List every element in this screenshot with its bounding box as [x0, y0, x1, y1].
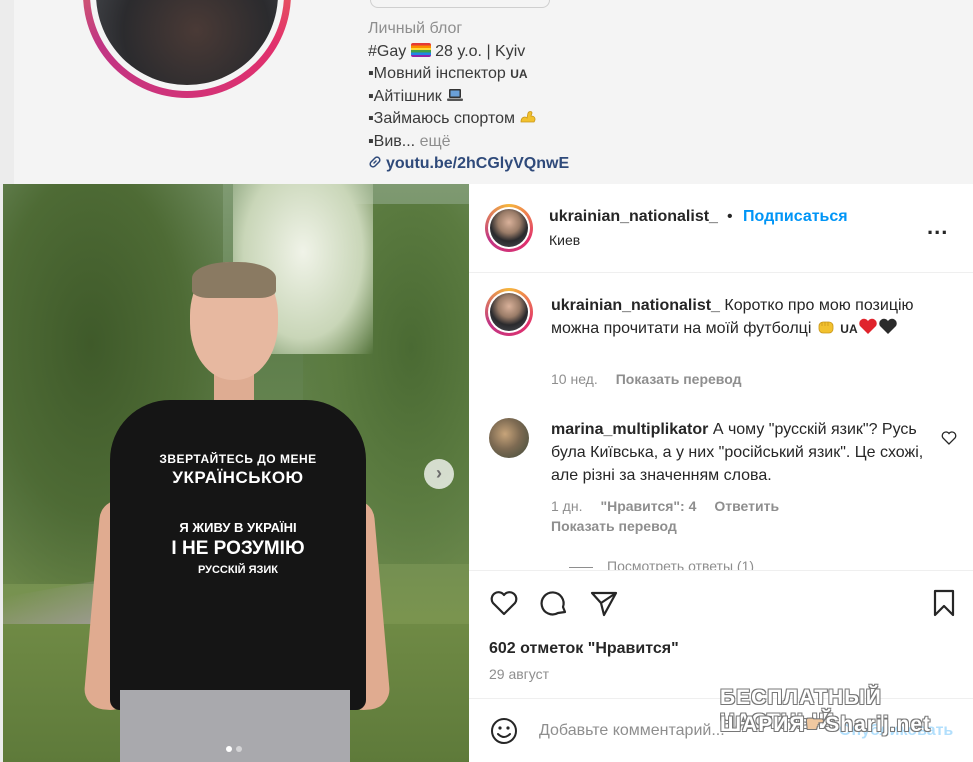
comment-time[interactable]: 1 дн.	[551, 498, 582, 514]
like-count[interactable]: 602 отметок "Нравится"	[489, 640, 679, 658]
follow-button[interactable]: Подписаться	[743, 208, 848, 226]
replies-line	[569, 566, 593, 568]
watermark: БЕСПЛАТНЫЙ ЧАСТНЫЙ ШАРИЯ☛Sharij.net	[720, 686, 960, 746]
bio-text: ▪Займаюсь спортом	[368, 110, 516, 127]
post-location[interactable]: Киев	[549, 232, 580, 248]
heart-icon[interactable]	[489, 588, 519, 618]
carousel-next-button[interactable]: ›	[424, 459, 454, 489]
bio-line-4: ▪Займаюсь спортом	[368, 108, 569, 131]
bookmark-icon[interactable]	[929, 588, 959, 618]
carousel-indicator	[226, 739, 246, 757]
profile-bio: Личный блог #Gay 28 y.o. | Kyiv ▪Мовний …	[368, 18, 569, 176]
caption-meta: 10 нед. Показать перевод	[551, 371, 759, 387]
flexed-biceps-icon	[521, 111, 536, 123]
ua-flag-text: UA	[840, 322, 858, 336]
shirt-text-line: УКРАЇНСЬКОЮ	[172, 468, 304, 487]
comment-text: marina_multiplikator А чому "русскій язи…	[551, 418, 931, 487]
comment-icon[interactable]	[539, 588, 569, 618]
more-options-button[interactable]: ...	[927, 216, 948, 238]
red-heart-icon	[858, 318, 877, 334]
shirt-text-line: І НЕ РОЗУМІЮ	[171, 538, 305, 559]
caption-author-avatar[interactable]	[485, 288, 533, 336]
caption-text: ukrainian_nationalist_ Коротко про мою п…	[551, 294, 951, 341]
comment-translate-button[interactable]: Показать перевод	[551, 518, 677, 534]
carousel-dot	[236, 746, 242, 752]
ellipsis-icon: ...	[927, 214, 949, 239]
bio-hashtag[interactable]: #Gay	[368, 43, 406, 60]
profile-category: Личный блог	[368, 20, 463, 37]
bio-text: ▪Мовний інспектор	[368, 65, 506, 82]
comment-like-count[interactable]: "Нравится": 4	[600, 498, 696, 514]
chevron-right-icon: ›	[436, 463, 442, 483]
divider	[469, 570, 973, 571]
bio-text: ▪Айтішник	[368, 87, 442, 105]
watermark-line: ШАРИЯ☛Sharij.net	[720, 713, 931, 736]
ua-flag-text: UA	[510, 67, 528, 81]
rainbow-flag-icon	[410, 42, 431, 57]
link-icon	[369, 156, 381, 168]
bio-age-city: 28 y.o. | Kyiv	[430, 42, 526, 60]
bio-link[interactable]: youtu.be/2hCGlyVQnwE	[386, 155, 569, 172]
shirt-text-line: Я ЖИВУ В УКРАЇНІ	[179, 520, 297, 535]
shirt-text-line: РУССКІЙ ЯЗИК	[197, 564, 279, 576]
fist-icon	[818, 321, 834, 334]
comment-reply-button[interactable]: Ответить	[714, 498, 779, 514]
post-side-panel: ukrainian_nationalist_ • Подписаться Кие…	[469, 184, 973, 762]
comment-meta: 1 дн. "Нравится": 4 Ответить	[551, 498, 797, 514]
post-date: 29 август	[489, 666, 550, 682]
caption-username[interactable]: ukrainian_nationalist_	[551, 297, 720, 314]
post-author-avatar[interactable]	[485, 204, 533, 252]
bio-line-5: ▪Вив... ещё	[368, 131, 569, 154]
caption-time[interactable]: 10 нед.	[551, 371, 598, 387]
divider	[469, 272, 973, 273]
person-hair	[192, 262, 276, 298]
caption-translate-button[interactable]: Показать перевод	[616, 371, 742, 387]
post-author-username[interactable]: ukrainian_nationalist_	[549, 208, 718, 226]
separator-dot: •	[727, 208, 733, 225]
bio-more-link[interactable]: ещё	[420, 133, 451, 150]
comment-avatar[interactable]	[489, 418, 529, 458]
profile-button-partial	[370, 0, 550, 8]
laptop-icon	[447, 88, 464, 101]
comment-username[interactable]: marina_multiplikator	[551, 421, 708, 438]
view-replies-button[interactable]: Посмотреть ответы (1)	[569, 558, 754, 570]
shirt-text-line: ЗВЕРТАЙТЕСЬ ДО МЕНЕ	[159, 452, 317, 466]
bio-line-3: ▪Айтішник	[368, 86, 569, 109]
bio-link-row[interactable]: youtu.be/2hCGlyVQnwE	[368, 153, 569, 176]
bio-text: ▪Вив...	[368, 132, 416, 150]
bio-line-1: #Gay 28 y.o. | Kyiv	[368, 41, 569, 64]
pointing-hand-icon: ☛	[805, 713, 826, 736]
carousel-dot-active	[226, 746, 232, 752]
comment-input[interactable]: Добавьте комментарий...	[539, 722, 725, 740]
comment-like-heart-icon[interactable]	[941, 430, 957, 446]
send-icon[interactable]	[589, 588, 619, 618]
post-actions	[489, 588, 959, 618]
smiley-icon[interactable]	[489, 716, 519, 746]
bio-line-2: ▪Мовний інспектор UA	[368, 63, 569, 86]
black-heart-icon	[878, 318, 897, 334]
